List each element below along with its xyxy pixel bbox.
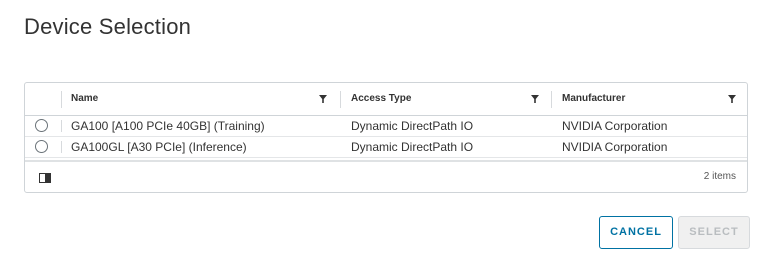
- filter-icon[interactable]: [727, 94, 737, 104]
- cell-manufacturer: NVIDIA Corporation: [562, 119, 668, 133]
- column-label: Name: [71, 93, 99, 104]
- column-label: Access Type: [351, 93, 412, 104]
- datagrid-header: Name Access Type Manufacturer: [25, 83, 747, 116]
- column-toggle-icon[interactable]: [39, 173, 51, 183]
- device-datagrid: Name Access Type Manufacturer GA100 [A10…: [24, 82, 748, 193]
- table-row[interactable]: GA100 [A100 PCIe 40GB] (Training) Dynami…: [25, 116, 747, 137]
- cancel-button[interactable]: CANCEL: [599, 216, 673, 249]
- select-button[interactable]: SELECT: [678, 216, 750, 249]
- cell-name: GA100GL [A30 PCIe] (Inference): [71, 140, 247, 154]
- table-row[interactable]: GA100GL [A30 PCIe] (Inference) Dynamic D…: [25, 137, 747, 158]
- filter-icon[interactable]: [530, 94, 540, 104]
- datagrid-footer: 2 items: [25, 160, 747, 192]
- column-header-name[interactable]: Name: [61, 83, 339, 115]
- row-select-radio[interactable]: [35, 140, 48, 153]
- dialog-title: Device Selection: [24, 14, 192, 39]
- column-header-access-type[interactable]: Access Type: [341, 83, 551, 115]
- row-select-radio[interactable]: [35, 119, 48, 132]
- cell-access-type: Dynamic DirectPath IO: [351, 140, 474, 154]
- column-label: Manufacturer: [562, 93, 626, 104]
- row-separator: [61, 120, 62, 132]
- column-header-manufacturer[interactable]: Manufacturer: [552, 83, 747, 115]
- item-count: 2 items: [703, 171, 736, 182]
- column-separator: [61, 91, 62, 108]
- cell-manufacturer: NVIDIA Corporation: [562, 140, 668, 154]
- cell-access-type: Dynamic DirectPath IO: [351, 119, 474, 133]
- cell-name: GA100 [A100 PCIe 40GB] (Training): [71, 119, 265, 133]
- filter-icon[interactable]: [318, 94, 328, 104]
- row-separator: [61, 141, 62, 153]
